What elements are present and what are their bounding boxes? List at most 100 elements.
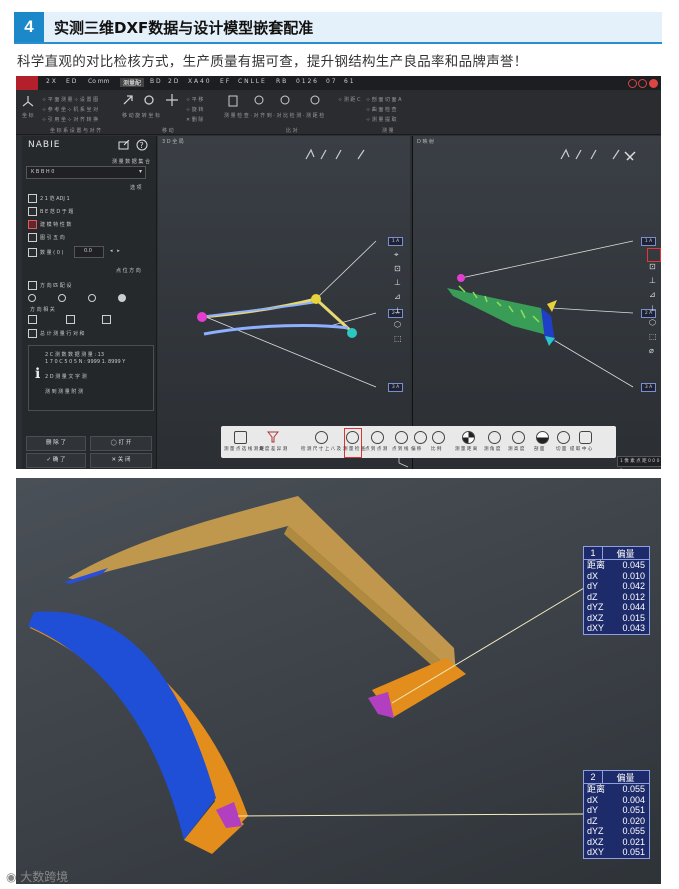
distance-icon[interactable] [462, 431, 475, 444]
bottom-toolbar: 测 量 点 选 线 测 距 角 度 差 异 测 检 测 尺 寸 上 八 及 测 … [221, 426, 616, 458]
overlay-3d-view: 1 偏量 距离 0.045 dX 0.010 dY 0.042 dZ 0.012 dYZ… [16, 478, 661, 884]
checkbox[interactable] [28, 248, 37, 257]
menu-item[interactable]: 2 X [46, 78, 56, 85]
minimize-icon[interactable] [628, 79, 637, 88]
point-select-icon[interactable] [234, 431, 247, 444]
probe-icon[interactable] [252, 94, 266, 108]
filter-icon[interactable] [267, 431, 279, 443]
scan-model-drawing [447, 148, 636, 388]
card-row: 距离 0.055 [587, 784, 645, 794]
measure-tag[interactable]: 3 A [641, 383, 656, 392]
cylinder-icon[interactable] [226, 94, 240, 108]
card-title: 偏量 [616, 773, 635, 783]
svg-text:?: ? [140, 141, 144, 150]
close-icon[interactable] [649, 79, 658, 88]
app-logo [16, 76, 38, 90]
menu-item[interactable]: Co mm [88, 78, 109, 85]
card-row: dY 0.051 [587, 805, 645, 815]
card-row: dX 0.004 [587, 794, 645, 805]
checkbox-checked[interactable] [28, 220, 37, 229]
menu-item[interactable]: 2 D [168, 78, 178, 85]
count-input[interactable]: 0.0 [74, 246, 104, 258]
radio[interactable] [58, 294, 66, 302]
section-icon[interactable] [536, 431, 549, 444]
check-measure-icon[interactable] [346, 431, 359, 444]
menu-item[interactable]: B D [150, 78, 161, 85]
design-model-drawing [197, 148, 409, 468]
checkbox[interactable] [28, 329, 37, 338]
source-dropdown[interactable]: K B B H 0 ▾ [26, 166, 146, 179]
chevron-down-icon: ▾ [138, 168, 142, 175]
card-title: 偏量 [616, 549, 635, 559]
overlay-models-drawing [28, 496, 585, 854]
info-box: ℹ 2 C 测 数 数 据 测 量 : 13 1 7 0 C 5 0 5 N :… [28, 345, 154, 411]
confirm-button[interactable]: ✓ 确 了 [26, 453, 86, 468]
card-row: dYZ 0.055 [587, 826, 645, 836]
menu-item[interactable]: X A 4 0 [188, 78, 210, 85]
point-to-point-icon[interactable] [371, 431, 384, 444]
measure-icon[interactable] [315, 431, 328, 444]
measure-tag[interactable]: 1 A [641, 237, 656, 246]
section-title: 实测三维DXF数据与设计模型嵌套配准 [54, 19, 314, 37]
refresh-icon[interactable] [143, 94, 155, 106]
viewport-side-tools[interactable]: ⌖ ⊡ ⊥ ⊿ ⊥ ⬡ ⬚ [394, 248, 402, 346]
viewport-side-tools[interactable]: ⊡ ⊥ ⊿ ⊥ ⬡ ⬚ ⌀ [649, 260, 657, 358]
card-row: dXZ 0.015 [587, 612, 645, 623]
card-row: dXY 0.051 [587, 847, 645, 857]
checkbox[interactable] [28, 281, 37, 290]
probe-icon[interactable] [278, 94, 292, 108]
status-dropdown[interactable]: 1 像 素 点 距 0 0 0 ▾ [617, 456, 661, 469]
delete-button[interactable]: 删 除 了 [26, 436, 86, 451]
open-button[interactable]: ◯ 打 开 [90, 436, 152, 451]
card-row: dXY 0.043 [587, 623, 645, 633]
card-row: dZ 0.020 [587, 815, 645, 826]
menu-item[interactable]: 0 1 2 6 [296, 78, 317, 85]
viewport-scan-model[interactable]: D 映 射 1 A 2 A 3 A ⊡ ⊥ ⊿ ⊥ ⬡ ⬚ ⌀ 1 像 素 点 距 0 0 … [412, 136, 661, 469]
help-icon[interactable]: ? [136, 139, 148, 151]
card-row: dYZ 0.044 [587, 602, 645, 612]
checkbox[interactable] [28, 207, 37, 216]
card-row: 距离 0.045 [587, 560, 645, 570]
menu-item[interactable]: R B [276, 78, 286, 85]
checkbox[interactable] [28, 233, 37, 242]
extract-center-icon[interactable] [579, 431, 592, 444]
arrow-icon[interactable] [122, 94, 134, 106]
axis-icon[interactable] [21, 94, 35, 108]
maximize-icon[interactable] [638, 79, 647, 88]
checkbox[interactable] [66, 315, 75, 324]
card-number: 2 [584, 771, 603, 783]
radio-selected[interactable] [118, 294, 126, 302]
deviation-card: 2 偏量 距离 0.055 dX 0.004 dY 0.051 dZ 0.020 dYZ… [583, 770, 650, 859]
offset-icon[interactable] [414, 431, 427, 444]
measure-tag[interactable]: 1 A [388, 237, 403, 246]
angle-icon[interactable] [488, 431, 501, 444]
point-to-line-icon[interactable] [395, 431, 408, 444]
radio[interactable] [88, 294, 96, 302]
card-number: 1 [584, 547, 603, 559]
menu-item[interactable]: C N L L E [238, 78, 265, 85]
height-icon[interactable] [512, 431, 525, 444]
menu-item[interactable]: 0 7 [326, 78, 336, 85]
scale-icon[interactable] [432, 431, 445, 444]
card-row: dX 0.010 [587, 570, 645, 581]
measure-tag[interactable]: 3 A [388, 383, 403, 392]
deviation-card: 1 偏量 距离 0.045 dX 0.010 dY 0.042 dZ 0.012 dYZ… [583, 546, 650, 635]
export-icon[interactable] [118, 140, 130, 150]
checkbox[interactable] [28, 315, 37, 324]
menu-item[interactable]: 6 1 [344, 78, 354, 85]
card-row: dXZ 0.021 [587, 836, 645, 847]
slice-icon[interactable] [557, 431, 570, 444]
close-button[interactable]: ✕ 关 闭 [90, 453, 152, 468]
menu-item[interactable]: E D [66, 78, 76, 85]
menu-item-active[interactable]: 测量配 [120, 78, 145, 87]
viewport-design-model[interactable]: 3 D 全 局 1 A 2 A 3 A ⌖ ⊡ ⊥ ⊿ ⊥ ⬡ ⬚ [158, 136, 410, 469]
section-number-badge: 4 [14, 12, 44, 42]
radio[interactable] [28, 294, 36, 302]
menu-item[interactable]: E F [220, 78, 229, 85]
crosshair-icon[interactable] [166, 94, 178, 106]
menu-bar: 2 X E D Co mm 测量配 B D 2 D X A 4 0 E F C … [16, 76, 661, 90]
checkbox[interactable] [28, 194, 37, 203]
pin-icon[interactable] [308, 94, 322, 108]
checkbox[interactable] [102, 315, 111, 324]
subtitle: 科学直观的对比检核方式，生产质量有据可查，提升钢结构生产良品率和品牌声誉！ [17, 54, 528, 70]
